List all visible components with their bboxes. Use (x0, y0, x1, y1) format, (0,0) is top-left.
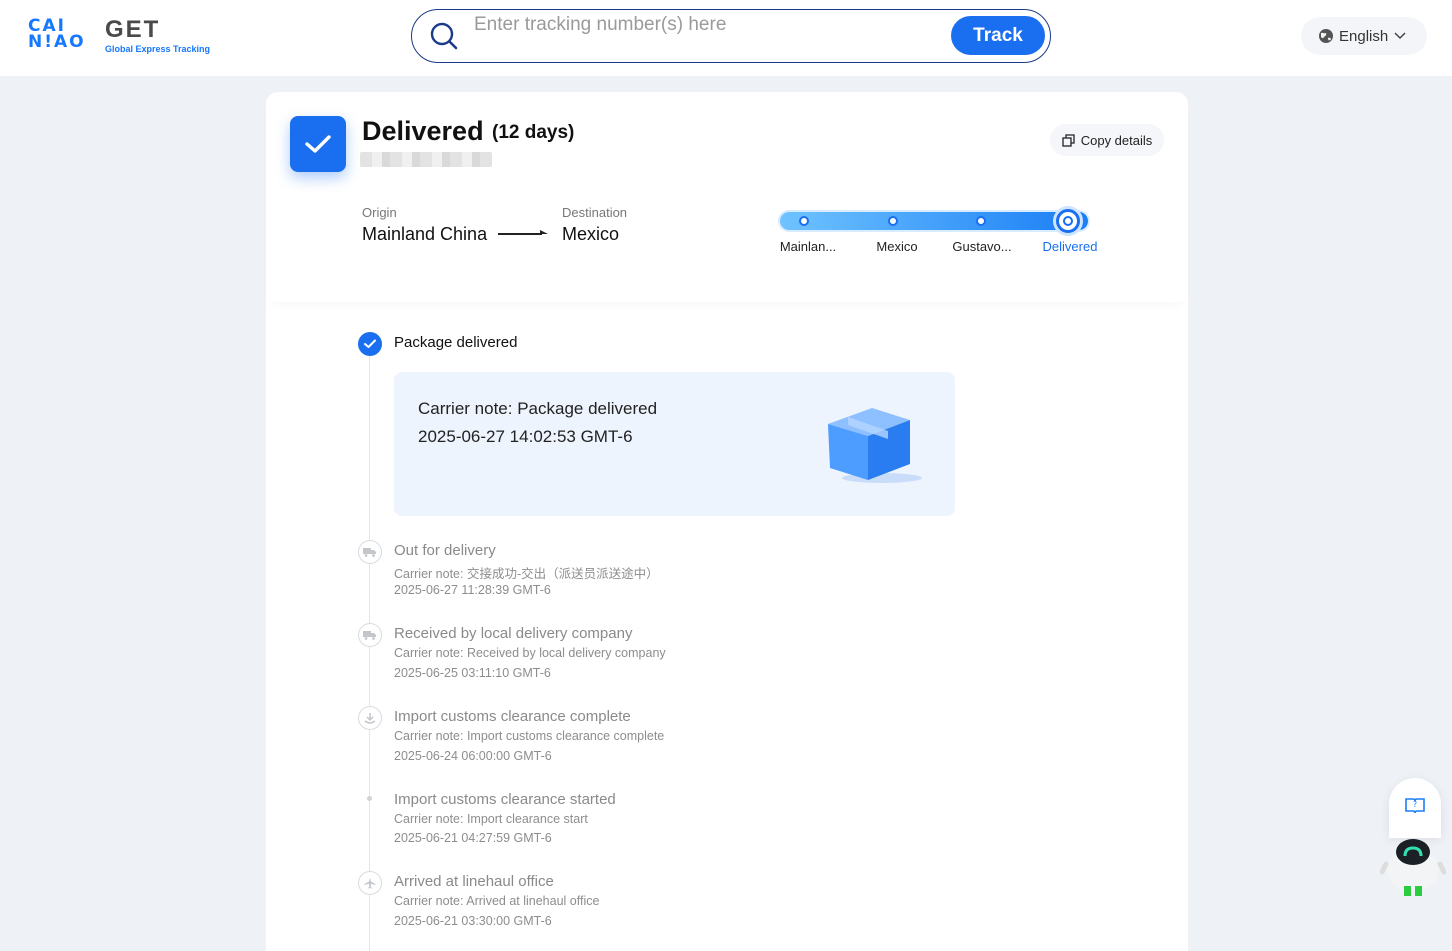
help-book-icon: ? (1405, 798, 1425, 814)
truck-icon (358, 623, 382, 647)
progress-node-delivered (1056, 209, 1080, 233)
plane-icon (358, 871, 382, 895)
latest-event-note: Carrier note: Package delivered (418, 399, 658, 418)
language-label: English (1339, 27, 1389, 45)
copy-details-label: Copy details (1080, 132, 1153, 148)
progress-step-label: Gustavo... (952, 239, 1012, 254)
delivered-check-icon (290, 116, 346, 172)
event-note: Carrier note: 交接成功-交出（派送员派送途中） (394, 567, 659, 581)
event-title: Import customs clearance complete (394, 708, 631, 725)
assistant-robot-icon[interactable] (1380, 834, 1446, 896)
progress-step-label: Mexico (876, 239, 918, 254)
progress-node-origin (799, 216, 809, 226)
top-header: CAI N!AO GET Global Express Tracking Tra… (0, 0, 1452, 76)
event-note: Carrier note: Import clearance start (394, 812, 588, 826)
svg-text:?: ? (1413, 800, 1417, 809)
language-selector[interactable]: English (1301, 17, 1427, 55)
event-title: Received by local delivery company (394, 625, 633, 642)
truck-icon (358, 540, 382, 564)
logo-title: GET (105, 16, 161, 43)
destination-value: Mexico (562, 224, 620, 244)
progress-track (780, 212, 1088, 230)
masked-tracking-number (360, 152, 492, 167)
tracking-search-bar: Track (411, 9, 1051, 63)
event-note: Carrier note: Import customs clearance c… (394, 729, 665, 743)
tracking-number-input[interactable] (474, 12, 944, 38)
customs-icon (358, 706, 382, 730)
event-time: 2025-06-24 06:00:00 GMT-6 (394, 749, 552, 763)
event-time: 2025-06-21 04:27:59 GMT-6 (394, 831, 552, 845)
event-note: Carrier note: Arrived at linehaul office (394, 894, 600, 908)
progress-node-gustavo (976, 216, 986, 226)
latest-event-time: 2025-06-27 14:02:53 GMT-6 (418, 427, 633, 446)
route-arrow-icon (498, 230, 548, 235)
event-title: Import customs clearance started (394, 791, 616, 808)
latest-event-details: Carrier note: Package delivered 2025-06-… (394, 372, 955, 516)
event-time: 2025-06-27 11:28:39 GMT-6 (394, 583, 551, 597)
latest-event-title: Package delivered (394, 334, 518, 351)
transit-duration: (12 days) (492, 122, 575, 143)
origin-value: Mainland China (362, 224, 488, 244)
route-progress-bar (780, 209, 1088, 233)
globe-icon (1319, 29, 1333, 43)
event-time: 2025-06-21 03:30:00 GMT-6 (394, 914, 552, 928)
logo-mark: CAI N!AO (28, 16, 86, 52)
delivered-status-icon (358, 332, 382, 356)
copy-icon (1062, 133, 1075, 147)
event-title: Arrived at linehaul office (394, 873, 554, 890)
status-title: Delivered (362, 116, 484, 146)
event-note: Carrier note: Received by local delivery… (394, 646, 666, 660)
copy-details-button[interactable]: Copy details (1050, 124, 1164, 156)
tracking-result-card: Delivered (12 days) Copy details Origin … (266, 92, 1188, 951)
progress-node-mexico (888, 216, 898, 226)
chevron-down-icon (1394, 32, 1406, 40)
package-box-illustration (828, 408, 922, 483)
logo-text: GET Global Express Tracking (105, 16, 211, 55)
destination-label: Destination (562, 205, 628, 220)
search-icon (430, 22, 458, 50)
timeline-dot (367, 796, 372, 801)
timeline-line (369, 356, 370, 951)
help-center-button[interactable]: ? (1389, 778, 1441, 838)
shipment-summary: Delivered (12 days) Copy details Origin … (266, 92, 1188, 302)
cainiao-logo[interactable]: CAI N!AO GET Global Express Tracking (28, 16, 211, 55)
track-button[interactable]: Track (951, 16, 1045, 55)
origin-label: Origin (362, 205, 397, 220)
logo-subtitle: Global Express Tracking (105, 44, 211, 54)
event-time: 2025-06-25 03:11:10 GMT-6 (394, 666, 551, 680)
event-title: Out for delivery (394, 542, 496, 559)
progress-step-label: Mainlan... (779, 239, 837, 254)
progress-step-label-active: Delivered (1042, 239, 1098, 254)
